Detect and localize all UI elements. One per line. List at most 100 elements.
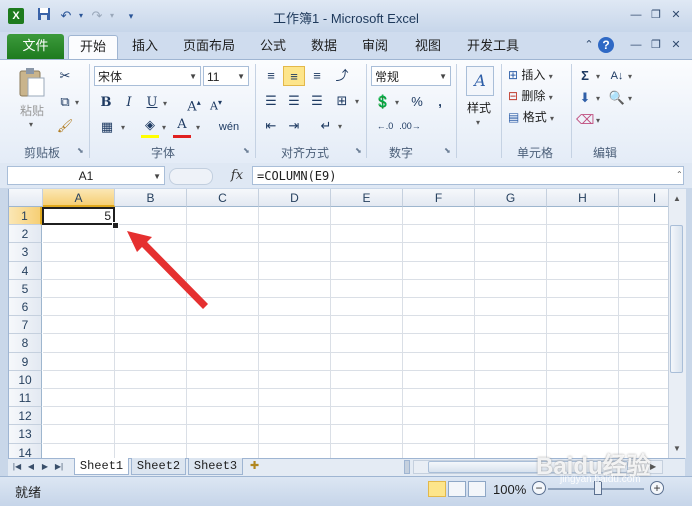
workbook-close-icon[interactable]: ✕	[667, 38, 685, 54]
zoom-out-icon[interactable]: −	[532, 481, 546, 495]
styles-label[interactable]: 样式	[460, 99, 498, 116]
format-painter-icon[interactable]: 🖌	[55, 116, 75, 136]
currency-dropdown-icon[interactable]: ▾	[395, 98, 399, 107]
expand-formula-bar-icon[interactable]: ⌃	[676, 170, 683, 179]
workbook-restore-icon[interactable]: ❐	[647, 38, 665, 54]
insert-function-icon[interactable]: fx	[222, 166, 252, 185]
phonetic-icon[interactable]: wén	[216, 117, 242, 137]
ribbon-minimize-icon[interactable]: ⌃	[580, 38, 598, 54]
fill-dropdown-icon[interactable]: ▾	[596, 94, 600, 103]
formula-input[interactable]: =COLUMN(E9)	[252, 166, 684, 185]
number-format-combo[interactable]: 常规 ▼	[371, 66, 451, 86]
align-bottom-icon[interactable]: ≡	[307, 66, 327, 86]
tab-review[interactable]: 审阅	[356, 35, 394, 59]
sheet-tab-sheet2[interactable]: Sheet2	[131, 458, 186, 475]
font-name-combo[interactable]: 宋体 ▼	[94, 66, 201, 86]
clear-dropdown-icon[interactable]: ▾	[596, 116, 600, 125]
tab-data[interactable]: 数据	[305, 35, 343, 59]
zoom-level[interactable]: 100%	[493, 482, 526, 497]
percent-icon[interactable]: %	[407, 92, 427, 112]
paste-dropdown-icon[interactable]: ▾	[29, 120, 33, 129]
chevron-down-icon[interactable]: ▼	[439, 67, 447, 87]
insert-cells-button[interactable]: ⊞ 插入 ▾	[508, 66, 553, 84]
prev-sheet-icon[interactable]: ◀	[25, 460, 37, 474]
shrink-font-icon[interactable]: A▾	[207, 93, 225, 113]
chevron-down-icon[interactable]: ▼	[153, 167, 161, 186]
find-select-icon[interactable]: 🔍	[607, 88, 627, 108]
wrap-text-icon[interactable]: ↵	[316, 116, 336, 136]
tab-page-layout[interactable]: 页面布局	[178, 35, 240, 59]
align-top-icon[interactable]: ≡	[261, 66, 281, 86]
format-cells-button[interactable]: ▤ 格式 ▾	[508, 108, 554, 126]
tab-home[interactable]: 开始	[68, 35, 118, 60]
decrease-decimal-icon[interactable]: .00→	[399, 116, 421, 136]
increase-indent-icon[interactable]: ⇥	[284, 116, 304, 136]
fill-color-icon[interactable]: ◈	[141, 117, 159, 138]
workbook-minimize-icon[interactable]: —	[627, 38, 645, 54]
wrap-dropdown-icon[interactable]: ▾	[338, 122, 342, 131]
scroll-up-icon[interactable]: ▲	[673, 194, 681, 203]
last-sheet-icon[interactable]: ▶|	[53, 460, 65, 474]
merge-dropdown-icon[interactable]: ▾	[355, 97, 359, 106]
find-dropdown-icon[interactable]: ▾	[628, 94, 632, 103]
styles-icon[interactable]: A	[466, 66, 494, 96]
decrease-indent-icon[interactable]: ⇤	[261, 116, 281, 136]
normal-view-icon[interactable]	[428, 481, 446, 497]
autosum-dropdown-icon[interactable]: ▾	[596, 72, 600, 81]
minimize-icon[interactable]: —	[627, 8, 645, 24]
align-left-icon[interactable]: ☰	[261, 91, 281, 111]
paste-icon[interactable]	[17, 66, 47, 98]
delete-cells-button[interactable]: ⊟ 删除 ▾	[508, 87, 553, 105]
page-break-view-icon[interactable]	[468, 481, 486, 497]
styles-dropdown-icon[interactable]: ▾	[476, 118, 480, 127]
zoom-in-icon[interactable]: +	[650, 481, 664, 495]
close-icon[interactable]: ✕	[667, 8, 685, 24]
tab-insert[interactable]: 插入	[125, 35, 165, 59]
tab-formulas[interactable]: 公式	[254, 35, 292, 59]
tab-file[interactable]: 文件	[7, 34, 64, 59]
number-launcher-icon[interactable]: ⬊	[444, 147, 452, 155]
tab-view[interactable]: 视图	[409, 35, 447, 59]
worksheet-grid[interactable]: ABCDEFGHI 1 2 3 4 5 6 7 8 9 10 11 12 13 14 5	[8, 189, 669, 458]
currency-icon[interactable]: 💲	[373, 92, 393, 112]
sort-filter-icon[interactable]: A↓	[607, 66, 627, 86]
font-launcher-icon[interactable]: ⬊	[243, 147, 251, 155]
underline-icon[interactable]: U	[143, 93, 161, 113]
borders-dropdown-icon[interactable]: ▾	[121, 123, 125, 132]
autosum-icon[interactable]: Σ	[576, 66, 594, 86]
alignment-launcher-icon[interactable]: ⬊	[355, 147, 363, 155]
orientation-icon[interactable]: ⤴	[332, 66, 352, 86]
italic-icon[interactable]: I	[120, 93, 138, 113]
paste-label[interactable]: 粘贴	[17, 102, 47, 119]
fill-color-dropdown-icon[interactable]: ▾	[162, 123, 166, 132]
grow-font-icon[interactable]: A▴	[185, 93, 203, 114]
copy-icon[interactable]: ⧉	[55, 92, 75, 112]
sort-dropdown-icon[interactable]: ▾	[628, 72, 632, 81]
tab-split-handle[interactable]	[404, 460, 410, 474]
restore-icon[interactable]: ❐	[647, 8, 665, 24]
next-sheet-icon[interactable]: ▶	[39, 460, 51, 474]
formula-bar-splitter[interactable]	[169, 168, 213, 185]
sheet-tab-sheet3[interactable]: Sheet3	[188, 458, 243, 475]
copy-dropdown-icon[interactable]: ▾	[75, 98, 79, 107]
increase-decimal-icon[interactable]: ←.0	[374, 116, 396, 136]
comma-icon[interactable]: ,	[432, 92, 448, 112]
chevron-down-icon[interactable]: ▼	[189, 67, 197, 87]
align-middle-icon[interactable]: ≡	[283, 66, 305, 86]
borders-icon[interactable]: ▦	[98, 117, 116, 137]
align-center-icon[interactable]: ☰	[284, 91, 304, 111]
underline-dropdown-icon[interactable]: ▾	[163, 99, 167, 108]
help-icon[interactable]: ?	[598, 37, 614, 53]
clipboard-launcher-icon[interactable]: ⬊	[77, 147, 85, 155]
font-size-combo[interactable]: 11 ▼	[203, 66, 249, 86]
first-sheet-icon[interactable]: |◀	[11, 460, 23, 474]
vertical-scroll-thumb[interactable]	[670, 225, 683, 373]
fill-icon[interactable]: ⬇	[576, 88, 594, 108]
chevron-down-icon[interactable]: ▼	[237, 67, 245, 87]
name-box[interactable]: A1 ▼	[7, 166, 165, 185]
page-layout-view-icon[interactable]	[448, 481, 466, 497]
bold-icon[interactable]: B	[96, 93, 116, 113]
sheet-tab-sheet1[interactable]: Sheet1	[74, 458, 129, 475]
merge-center-icon[interactable]: ⊞	[332, 91, 352, 111]
insert-sheet-icon[interactable]: ✚	[250, 459, 268, 474]
